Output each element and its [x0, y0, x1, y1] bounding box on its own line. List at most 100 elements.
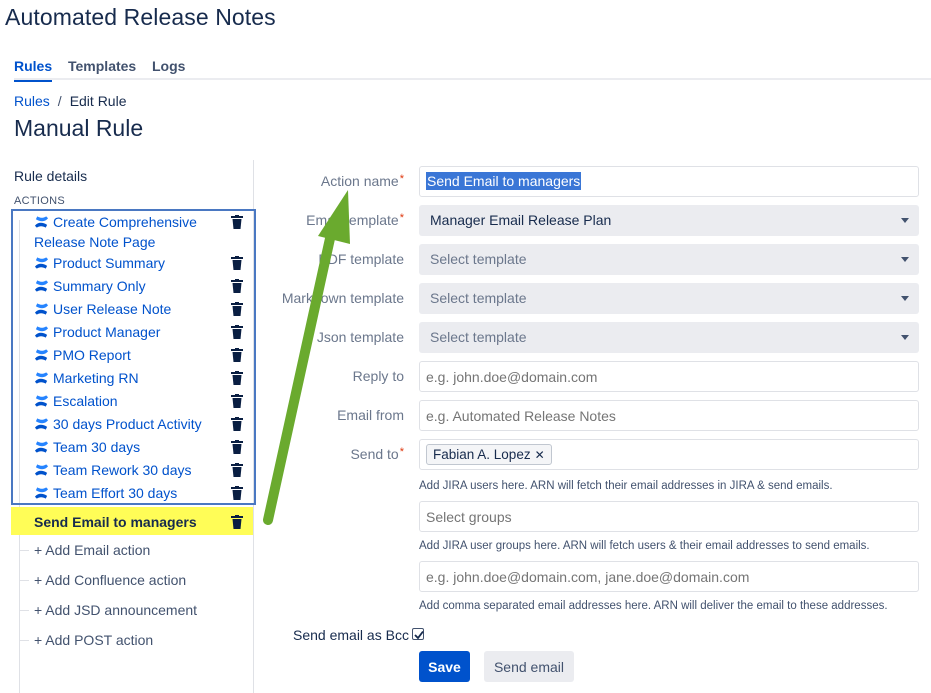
- tab-logs[interactable]: Logs: [152, 58, 185, 80]
- send-to-help: Add JIRA users here. ARN will fetch thei…: [419, 480, 833, 492]
- trash-icon[interactable]: [231, 325, 243, 339]
- email-template-label: Email template*: [306, 212, 404, 228]
- trash-icon[interactable]: [231, 215, 243, 229]
- action-item[interactable]: Team Effort 30 days: [34, 483, 248, 503]
- action-item[interactable]: Team Rework 30 days: [34, 460, 248, 480]
- trash-icon[interactable]: [231, 371, 243, 385]
- bcc-label: Send email as Bcc: [293, 627, 409, 643]
- confluence-icon: [34, 303, 49, 315]
- trash-icon[interactable]: [231, 440, 243, 454]
- action-item[interactable]: PMO Report: [34, 345, 248, 365]
- trash-icon[interactable]: [231, 486, 243, 500]
- emails-input[interactable]: [419, 561, 919, 592]
- tree-branch: [19, 550, 29, 551]
- action-item-label: 30 days Product Activity: [53, 416, 202, 432]
- confluence-icon: [34, 418, 49, 430]
- action-item-label: Team 30 days: [53, 439, 141, 455]
- emails-help: Add comma separated email addresses here…: [419, 600, 888, 612]
- remove-chip-icon[interactable]: ✕: [535, 448, 545, 462]
- action-name-input[interactable]: Send Email to managers: [419, 166, 919, 197]
- selected-action-item[interactable]: Send Email to managers: [34, 512, 248, 532]
- confluence-icon: [34, 441, 49, 453]
- json-template-select[interactable]: Select template: [419, 322, 919, 353]
- trash-icon[interactable]: [231, 515, 243, 529]
- email-from-label: Email from: [337, 407, 404, 423]
- send-email-button[interactable]: Send email: [484, 651, 574, 682]
- action-item[interactable]: Product Summary: [34, 253, 248, 273]
- action-item[interactable]: Escalation: [34, 391, 248, 411]
- email-template-select[interactable]: Manager Email Release Plan: [419, 205, 919, 236]
- action-item[interactable]: 30 days Product Activity: [34, 414, 248, 434]
- actions-heading: ACTIONS: [14, 195, 65, 207]
- trash-icon[interactable]: [231, 302, 243, 316]
- confluence-icon: [34, 280, 49, 292]
- action-item-label: Marketing RN: [53, 370, 139, 386]
- tree-branch: [19, 610, 29, 611]
- confluence-icon: [34, 349, 49, 361]
- send-to-label: Send to*: [350, 446, 404, 462]
- trash-icon[interactable]: [231, 256, 243, 270]
- json-template-placeholder: Select template: [430, 329, 527, 345]
- action-name-label: Action name*: [320, 173, 404, 189]
- chevron-down-icon: [901, 335, 909, 340]
- action-item[interactable]: Summary Only: [34, 276, 248, 296]
- trash-icon[interactable]: [231, 463, 243, 477]
- trash-icon[interactable]: [231, 394, 243, 408]
- send-to-field[interactable]: Fabian A. Lopez ✕: [419, 439, 919, 470]
- trash-icon[interactable]: [231, 417, 243, 431]
- action-item-label: Escalation: [53, 393, 118, 409]
- user-chip-label: Fabian A. Lopez: [433, 447, 531, 462]
- pdf-template-select[interactable]: Select template: [419, 244, 919, 275]
- action-item[interactable]: Create Comprehensive Release Note Page: [34, 212, 248, 252]
- email-from-input[interactable]: [419, 400, 919, 431]
- breadcrumb-rules-link[interactable]: Rules: [14, 93, 50, 109]
- chevron-down-icon: [901, 257, 909, 262]
- action-item[interactable]: Team 30 days: [34, 437, 248, 457]
- confluence-icon: [34, 487, 49, 499]
- checkmark-icon: [414, 630, 424, 640]
- email-template-value: Manager Email Release Plan: [430, 212, 612, 228]
- json-template-label: Json template: [316, 329, 404, 345]
- reply-to-input[interactable]: [419, 361, 919, 392]
- add-post-action-link[interactable]: + Add POST action: [34, 632, 153, 648]
- tab-templates[interactable]: Templates: [68, 58, 136, 80]
- pdf-template-label: PDF template: [318, 251, 404, 267]
- markdown-template-placeholder: Select template: [430, 290, 527, 306]
- action-item-label: User Release Note: [53, 301, 172, 317]
- action-item[interactable]: Product Manager: [34, 322, 248, 342]
- trash-icon[interactable]: [231, 279, 243, 293]
- rule-details-link[interactable]: Rule details: [14, 168, 87, 184]
- save-button[interactable]: Save: [419, 651, 470, 682]
- action-item-label: Create Comprehensive Release Note Page: [34, 214, 197, 250]
- action-item-label: Team Rework 30 days: [53, 462, 192, 478]
- user-chip: Fabian A. Lopez ✕: [426, 444, 552, 465]
- breadcrumb: Rules / Edit Rule: [14, 93, 127, 109]
- action-name-value: Send Email to managers: [426, 172, 582, 190]
- trash-icon[interactable]: [231, 348, 243, 362]
- confluence-icon: [34, 464, 49, 476]
- action-item[interactable]: Marketing RN: [34, 368, 248, 388]
- action-item-label: PMO Report: [53, 347, 131, 363]
- app-title: Automated Release Notes: [5, 4, 276, 30]
- action-item-label: Product Summary: [53, 255, 166, 271]
- action-item[interactable]: User Release Note: [34, 299, 248, 319]
- confluence-icon: [34, 395, 49, 407]
- markdown-template-select[interactable]: Select template: [419, 283, 919, 314]
- pdf-template-placeholder: Select template: [430, 251, 527, 267]
- chevron-down-icon: [901, 296, 909, 301]
- confluence-icon: [34, 326, 49, 338]
- bcc-checkbox[interactable]: [412, 628, 424, 640]
- action-item-label: Product Manager: [53, 324, 161, 340]
- tab-rules[interactable]: Rules: [14, 58, 53, 82]
- breadcrumb-current: Edit Rule: [69, 93, 127, 109]
- groups-input[interactable]: [419, 501, 919, 532]
- breadcrumb-separator: /: [57, 93, 62, 109]
- add-confluence-action-link[interactable]: + Add Confluence action: [34, 572, 186, 588]
- confluence-icon: [34, 216, 49, 228]
- action-item-label: Summary Only: [53, 278, 146, 294]
- add-jsd-announcement-link[interactable]: + Add JSD announcement: [34, 602, 197, 618]
- tab-bar: Rules Templates Logs: [14, 58, 931, 82]
- add-email-action-link[interactable]: + Add Email action: [34, 542, 150, 558]
- confluence-icon: [34, 257, 49, 269]
- confluence-icon: [34, 372, 49, 384]
